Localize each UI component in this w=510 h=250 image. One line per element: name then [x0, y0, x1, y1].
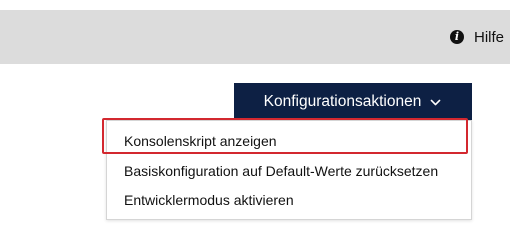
menu-item-show-console-script[interactable]: Konsolenskript anzeigen: [107, 126, 471, 156]
configuration-actions-button[interactable]: Konfigurationsaktionen: [234, 83, 472, 120]
configuration-actions-label: Konfigurationsaktionen: [263, 92, 422, 110]
page: i Hilfe Konfigurationsaktionen Konsolens…: [0, 0, 510, 250]
top-bar: i Hilfe: [0, 10, 510, 64]
menu-item-label: Konsolenskript anzeigen: [124, 133, 277, 149]
menu-item-reset-base-configuration[interactable]: Basiskonfiguration auf Default-Werte zur…: [107, 156, 471, 186]
menu-item-label: Entwicklermodus aktivieren: [124, 192, 294, 208]
help-link[interactable]: i Hilfe: [449, 27, 504, 47]
help-label: Hilfe: [473, 28, 504, 46]
chevron-down-icon: [430, 99, 441, 105]
info-circle-icon: i: [449, 30, 464, 44]
menu-item-activate-developer-mode[interactable]: Entwicklermodus aktivieren: [107, 185, 471, 215]
configuration-actions-menu: Konsolenskript anzeigen Basiskonfigurati…: [106, 120, 472, 220]
menu-item-label: Basiskonfiguration auf Default-Werte zur…: [124, 163, 439, 179]
